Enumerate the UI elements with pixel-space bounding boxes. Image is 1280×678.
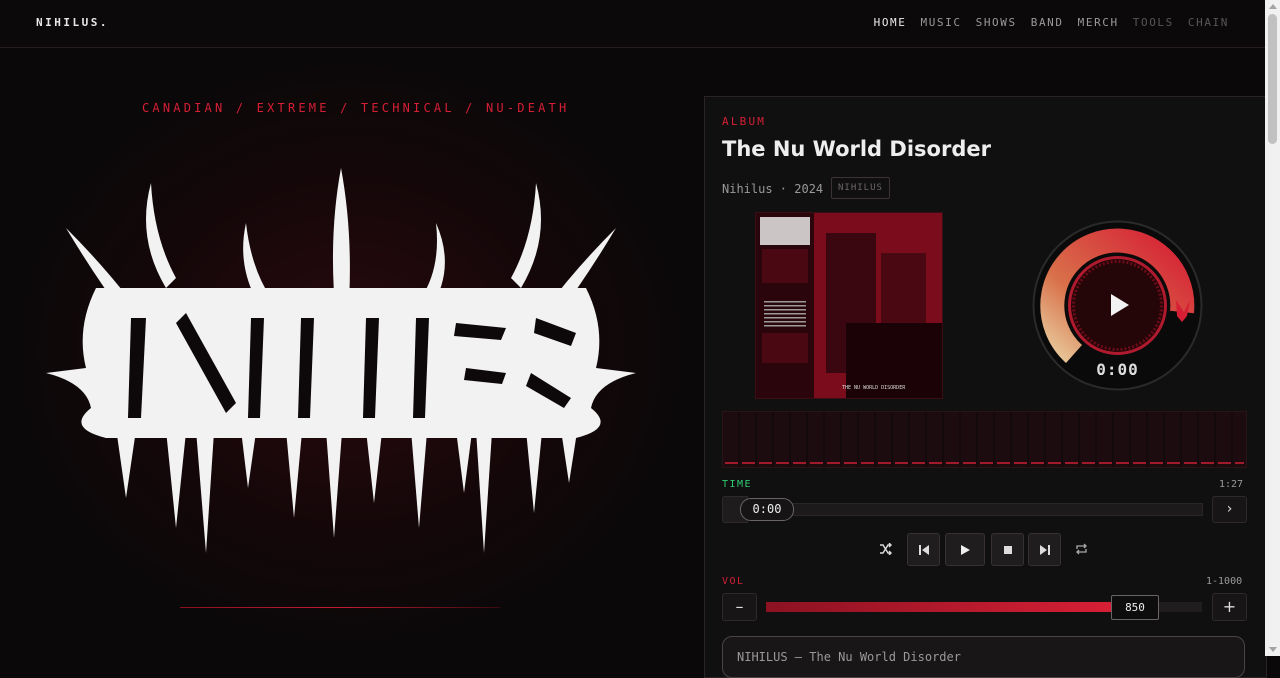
- stop-icon: [1003, 545, 1012, 554]
- genre-tagline: CANADIAN / EXTREME / TECHNICAL / NU-DEAT…: [142, 101, 570, 115]
- time-total: 1:27: [1219, 479, 1244, 490]
- volume-down-button[interactable]: –: [722, 593, 757, 621]
- skip-forward-icon: [1039, 544, 1050, 555]
- time-label: TIME: [722, 479, 753, 490]
- nav-band[interactable]: BAND: [1031, 16, 1064, 29]
- cover-title: THE NU WORLD DISORDER: [842, 385, 906, 391]
- seek-handle[interactable]: 0:00: [740, 498, 794, 521]
- nav-shows[interactable]: SHOWS: [976, 16, 1017, 29]
- now-playing-text: NIHILUS – The Nu World Disorder: [737, 650, 961, 664]
- nav-music[interactable]: MUSIC: [920, 16, 961, 29]
- play-icon: [961, 544, 970, 555]
- hero-divider: [180, 607, 500, 608]
- band-logo: [46, 168, 636, 553]
- now-playing-bar[interactable]: NIHILUS – The Nu World Disorder: [722, 636, 1245, 678]
- nav-merch[interactable]: MERCH: [1078, 16, 1119, 29]
- shuffle-button[interactable]: [873, 533, 898, 564]
- nav-links: HOME MUSIC SHOWS BAND MERCH TOOLS CHAIN: [860, 16, 1229, 29]
- volume-fill: [766, 602, 1111, 612]
- nav-tools[interactable]: TOOLS: [1133, 16, 1174, 29]
- previous-button[interactable]: [907, 533, 940, 566]
- skip-back-icon: [918, 544, 929, 555]
- brand-logo[interactable]: NIHILUS.: [36, 16, 109, 29]
- volume-up-button[interactable]: +: [1212, 593, 1247, 621]
- repeat-icon: [1076, 543, 1087, 554]
- album-cover[interactable]: THE NU WORLD DISORDER: [755, 212, 943, 399]
- next-button[interactable]: [1028, 533, 1061, 566]
- audio-visualizer: [722, 411, 1247, 468]
- scroll-down-icon[interactable]: [1269, 647, 1277, 652]
- repeat-button[interactable]: [1069, 533, 1094, 564]
- shuffle-icon: [879, 542, 892, 555]
- artist-year: Nihilus · 2024: [722, 182, 824, 196]
- volume-label: VOL: [722, 576, 745, 587]
- dial-time: 0:00: [1096, 360, 1139, 379]
- playback-dial[interactable]: 0:00: [1032, 220, 1203, 391]
- top-nav: NIHILUS. HOME MUSIC SHOWS BAND MERCH TOO…: [0, 0, 1265, 48]
- play-button[interactable]: [945, 533, 985, 566]
- scroll-thumb[interactable]: [1268, 14, 1277, 144]
- stop-button[interactable]: [991, 533, 1024, 566]
- cover-art: THE NU WORLD DISORDER: [756, 213, 942, 398]
- seek-track[interactable]: [760, 503, 1203, 516]
- release-type: ALBUM: [722, 115, 767, 128]
- nav-chain[interactable]: CHAIN: [1188, 16, 1229, 29]
- nav-home[interactable]: HOME: [874, 16, 907, 29]
- volume-range: 1-1000: [1206, 576, 1243, 587]
- artist-badge[interactable]: NIHILUS: [831, 177, 890, 199]
- page-scrollbar[interactable]: [1265, 0, 1280, 656]
- seek-forward-button[interactable]: ›: [1212, 496, 1247, 523]
- scroll-up-icon[interactable]: [1269, 4, 1277, 9]
- volume-input[interactable]: 850: [1111, 595, 1159, 620]
- visualizer-baseline: [725, 462, 1244, 464]
- album-title: The Nu World Disorder: [722, 137, 991, 161]
